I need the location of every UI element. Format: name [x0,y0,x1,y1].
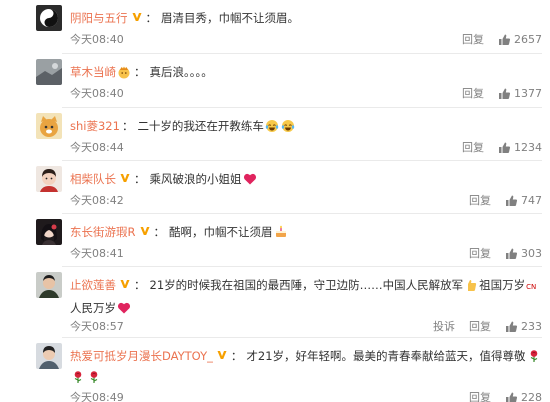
reply-button[interactable]: 回复 [462,139,484,155]
timestamp: 今天08:57 [70,320,124,333]
reply-button[interactable]: 回复 [469,318,491,334]
avatar[interactable] [36,343,62,369]
colon-separator: ： [121,119,134,133]
vip-v-badge-icon [120,174,130,182]
avatar[interactable] [36,219,62,245]
avatar[interactable] [36,59,62,85]
username[interactable]: 东长街游瑕R [70,225,136,239]
colon-separator: ： [134,65,146,79]
vip-v-badge-icon [217,351,227,359]
colon-separator: ： [134,172,146,186]
thumbs-up-icon [499,142,511,153]
colon-separator: ： [134,278,146,292]
username[interactable]: 阴阳与五行 [70,11,128,25]
vip-v-badge-icon [140,227,149,235]
comment-item: 东长街游瑕R ：酷啊，巾帼不让须眉 今天08:41 回复 303 [0,213,550,262]
avatar[interactable] [36,113,62,139]
like-count: 1377 [514,86,542,100]
comment-text: 眉清目秀，巾帼不让须眉。 [161,11,299,25]
thumbs-up-icon [499,34,511,45]
vip-v-badge-icon [120,280,130,288]
username[interactable]: 草木当崎 [70,65,116,79]
comment-item: 草木当崎 ：真后浪。。。。 今天08:40 回复 1377 [0,53,550,102]
comment-item: shi菱321：二十岁的我还在开教练车 今天08:44 回复 1234 [0,107,550,156]
report-button[interactable]: 投诉 [433,318,455,334]
comment-item: 热爱可抵岁月漫长DAYTOY_ ：才21岁，好年轻啊。最美的青春奉献给蓝天，值得尊… [0,337,550,402]
timestamp: 今天08:42 [70,194,124,207]
comment-item: 止欲莲善 ： 21岁的时候我在祖国的最西陲，守卫边防……中国人民解放军 祖国万岁CN 人… [0,266,550,335]
colon-separator: ： [145,11,158,25]
timestamp: 今天08:40 [70,87,124,100]
like-button[interactable]: 747 [505,194,542,207]
like-button[interactable]: 1234 [498,141,542,154]
like-button[interactable]: 228 [505,391,542,402]
comment-text-continued: 人民万岁 [70,301,116,315]
reply-button[interactable]: 回复 [462,85,484,101]
timestamp: 今天08:49 [70,391,124,402]
like-count: 747 [521,193,542,207]
comment-item: 相柴队长 ：乘风破浪的小姐姐 今天08:42 回复 747 [0,160,550,209]
like-button[interactable]: 303 [505,247,542,260]
like-count: 2657 [514,32,542,46]
thumbs-up-icon [506,392,518,402]
like-count: 228 [521,390,542,402]
thumbs-up-icon [506,248,518,259]
vip-v-badge-icon [132,13,141,21]
like-button[interactable]: 233 [505,320,542,333]
crown-emoji-icon [118,66,130,79]
timestamp: 今天08:41 [70,247,124,260]
comment-text-continued: 祖国万岁 [479,278,526,292]
comment-text: 真后浪。。。。 [149,65,213,79]
username[interactable]: 相柴队长 [70,172,116,186]
comment-list: 阴阳与五行：眉清目秀，巾帼不让须眉。 今天08:40 回复 2657 草木当崎：… [0,0,550,402]
comment-text: 才21岁，好年轻啊。最美的青春奉献给蓝天，值得尊敬 [246,349,526,363]
laugh-cry-emoji-icon [281,120,295,132]
timestamp: 今天08:44 [70,141,124,154]
comment-text: 二十岁的我还在开教练车 [137,119,264,133]
reply-button[interactable]: 回复 [469,192,491,208]
avatar[interactable] [36,166,62,192]
avatar[interactable] [36,272,62,298]
avatar[interactable] [36,5,62,31]
timestamp: 今天08:40 [70,33,124,46]
username[interactable]: shi菱321 [70,119,120,133]
salute-emoji-icon [468,280,477,291]
thumbs-up-icon [499,88,511,99]
comment-text: 酷啊，巾帼不让须眉 [169,225,273,239]
username[interactable]: 止欲莲善 [70,278,116,292]
like-count: 303 [521,246,542,260]
rose-emoji-icon [74,371,82,383]
like-button[interactable]: 1377 [498,87,542,100]
thumbs-up-icon [506,195,518,206]
laugh-cry-emoji-icon [265,120,279,132]
colon-separator: ： [153,225,166,239]
comment-text: 乘风破浪的小姐姐 [149,172,242,186]
rose-emoji-icon [90,371,98,383]
thumbs-up-icon [506,321,518,332]
flag-badge: CN [526,283,537,291]
cake-emoji-icon [275,225,286,237]
rose-emoji-icon [530,350,537,362]
reply-button[interactable]: 回复 [469,389,491,402]
username[interactable]: 热爱可抵岁月漫长DAYTOY_ [70,349,213,363]
reply-button[interactable]: 回复 [462,31,484,47]
reply-button[interactable]: 回复 [469,245,491,261]
colon-separator: ： [230,349,243,363]
comment-text: 21岁的时候我在祖国的最西陲，守卫边防……中国人民解放军 [149,278,464,292]
like-button[interactable]: 2657 [498,33,542,46]
like-count: 233 [521,319,542,333]
heart-emoji-icon [117,302,131,314]
heart-emoji-icon [243,173,256,185]
like-count: 1234 [514,140,542,154]
comment-item: 阴阳与五行 ：眉清目秀，巾帼不让须眉。 今天08:40 回复 2657 [0,4,550,48]
